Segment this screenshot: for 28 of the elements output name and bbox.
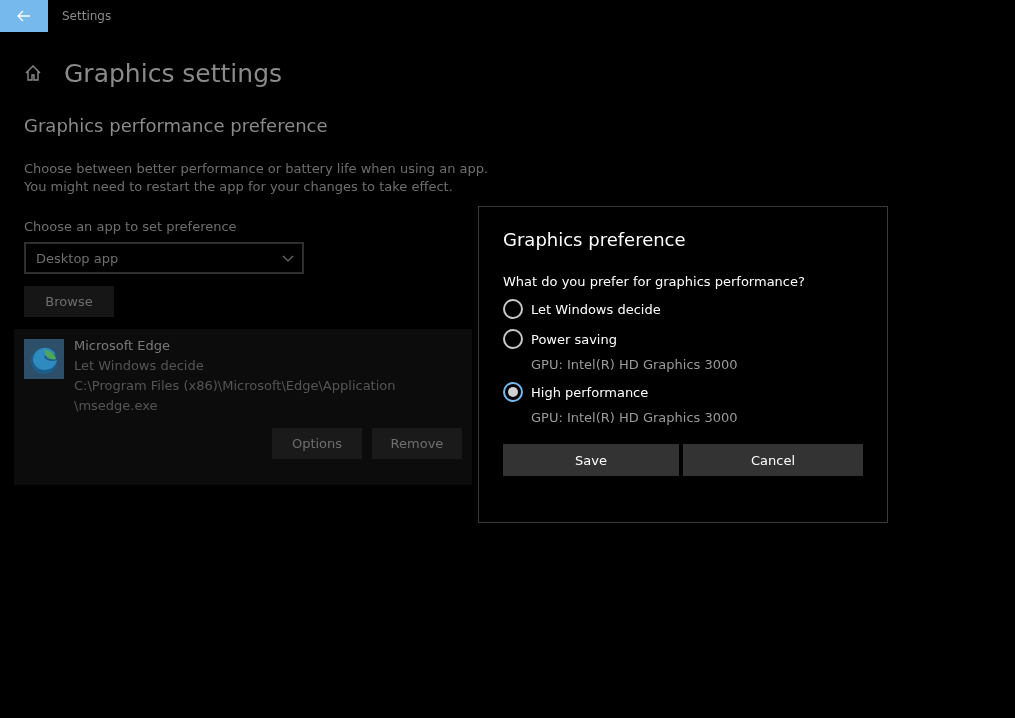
app-type-label: Choose an app to set preference [24,219,238,234]
radio-label[interactable]: High performance [531,384,649,400]
chevron-down-icon [282,254,294,262]
app-icon [24,339,64,379]
radio-label[interactable]: Power saving [531,331,617,347]
gpu-text: GPU: Intel(R) HD Graphics 3000 [531,357,739,372]
app-type-dropdown[interactable]: Desktop app [24,242,304,274]
radio-button[interactable] [503,329,523,349]
radio-button[interactable] [503,299,523,319]
gpu-text: GPU: Intel(R) HD Graphics 3000 [531,410,739,425]
dialog-question: What do you prefer for graphics performance? [503,274,806,289]
section-title: Graphics performance preference [24,115,329,136]
home-icon[interactable] [24,64,42,82]
radio-label[interactable]: Let Windows decide [531,301,661,317]
browse-button[interactable]: Browse [24,286,114,317]
description-text: You might need to restart the app for your changes to take effect. [24,178,454,196]
app-name: Microsoft Edge [74,337,171,355]
window-title: Settings [62,9,112,23]
dialog-button[interactable]: Save [503,444,679,476]
back-arrow-icon [17,10,31,22]
app-path: \msedge.exe [74,397,159,415]
radio-button[interactable] [503,382,523,402]
app-preference: Let Windows decide [74,357,205,375]
app-path: C:\Program Files (x86)\Microsoft\Edge\Application [74,377,396,395]
page-title: Graphics settings [64,58,283,88]
description-text: Choose between better performance or battery life when using an app. [24,160,490,178]
dialog-title: Graphics preference [503,229,687,250]
dialog-button[interactable]: Cancel [683,444,863,476]
